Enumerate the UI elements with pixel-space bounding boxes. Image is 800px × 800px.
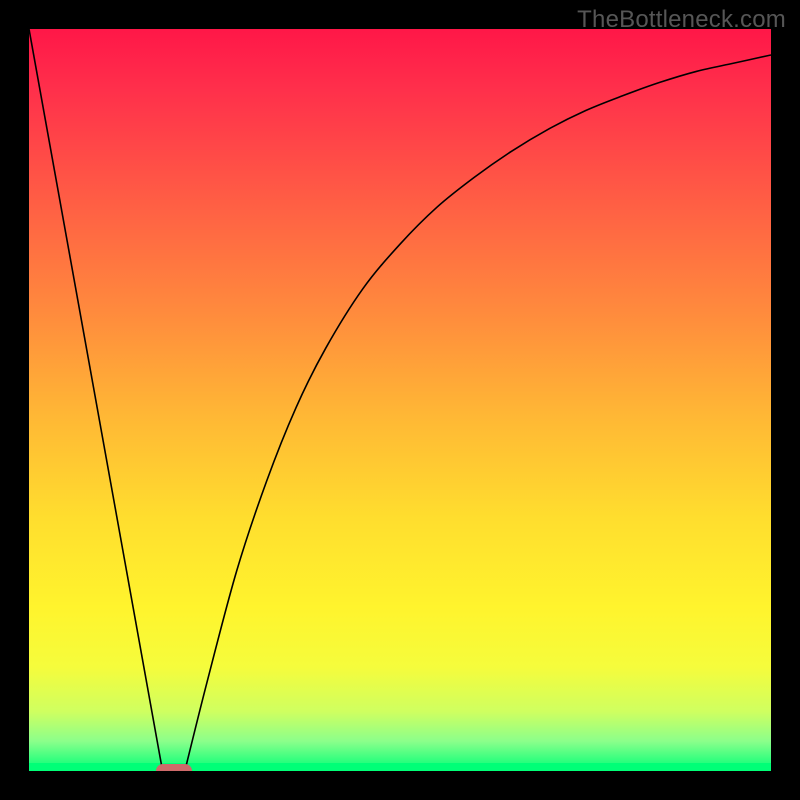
curve-layer: [29, 29, 771, 771]
right-branch-path: [185, 55, 771, 771]
optimum-marker: [156, 764, 192, 771]
plot-area: [29, 29, 771, 771]
left-branch-path: [29, 29, 163, 771]
chart-frame: TheBottleneck.com: [0, 0, 800, 800]
